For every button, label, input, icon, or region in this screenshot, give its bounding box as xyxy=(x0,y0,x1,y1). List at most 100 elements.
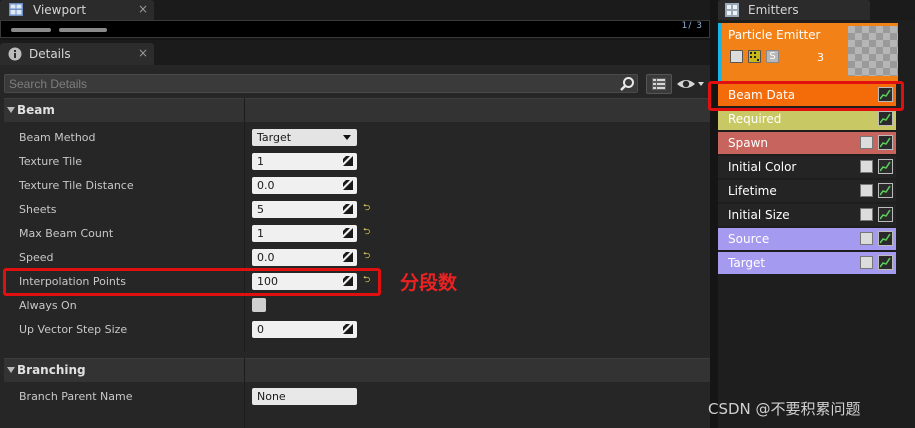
module-enable-checkbox[interactable] xyxy=(860,184,873,197)
tab-details[interactable]: Details × xyxy=(0,43,154,65)
curve-editor-icon[interactable] xyxy=(878,111,893,126)
tab-details-label: Details xyxy=(29,47,71,61)
section-branching-header[interactable]: Branching xyxy=(4,358,710,382)
module-enable-checkbox[interactable] xyxy=(860,208,873,221)
reset-to-default-icon[interactable]: ⮌ xyxy=(363,252,372,261)
property-label: Up Vector Step Size xyxy=(19,323,128,336)
search-box xyxy=(4,74,638,93)
module-spawn[interactable]: Spawn xyxy=(718,132,896,154)
spin-arrows-icon[interactable] xyxy=(343,180,353,190)
spin-arrows-icon[interactable] xyxy=(343,228,353,238)
render-mode-icon[interactable] xyxy=(748,50,761,63)
texture-tile-field[interactable]: 1 xyxy=(252,153,357,170)
max-beam-count-field[interactable]: 1 xyxy=(252,225,357,242)
reset-to-default-icon[interactable]: ⮌ xyxy=(363,204,372,213)
property-row: Speed 0.0 ⮌ xyxy=(4,246,710,270)
module-label: Lifetime xyxy=(728,184,777,198)
panel-splitter[interactable] xyxy=(710,0,718,428)
property-label: Speed xyxy=(19,251,54,264)
always-on-checkbox[interactable] xyxy=(252,298,266,312)
solo-toggle[interactable]: S xyxy=(766,50,779,63)
module-label: Initial Color xyxy=(728,160,797,174)
close-icon[interactable]: × xyxy=(136,46,150,60)
info-icon xyxy=(8,47,22,61)
module-target[interactable]: Target xyxy=(718,252,896,274)
module-initial-color[interactable]: Initial Color xyxy=(718,156,896,178)
eye-icon[interactable] xyxy=(676,76,706,92)
property-label: Branch Parent Name xyxy=(19,390,133,403)
section-beam-header[interactable]: Beam xyxy=(4,98,710,122)
chevron-down-icon xyxy=(343,135,351,140)
search-icon[interactable] xyxy=(619,76,635,92)
property-label: Texture Tile Distance xyxy=(19,179,134,192)
tab-emitters[interactable]: Emitters xyxy=(718,0,870,20)
viewport-toolbar-pill[interactable] xyxy=(59,28,107,32)
module-required[interactable]: Required xyxy=(718,108,896,130)
tab-emitters-label: Emitters xyxy=(748,3,799,17)
property-label: Max Beam Count xyxy=(19,227,114,240)
property-matrix-button[interactable] xyxy=(646,74,672,94)
emitter-header[interactable]: Particle Emitter S 3 xyxy=(718,23,898,81)
section-branching-title: Branching xyxy=(17,363,86,377)
property-label: Sheets xyxy=(19,203,57,216)
collapse-arrow-icon[interactable] xyxy=(7,367,15,373)
property-label: Always On xyxy=(19,299,77,312)
spin-arrows-icon[interactable] xyxy=(343,156,353,166)
spin-arrows-icon[interactable] xyxy=(343,324,353,334)
viewport-window-icon xyxy=(9,3,23,16)
property-row: Up Vector Step Size 0 xyxy=(4,318,710,342)
curve-editor-icon[interactable] xyxy=(878,135,893,150)
up-vector-step-size-field[interactable]: 0 xyxy=(252,321,357,338)
curve-editor-icon[interactable] xyxy=(878,159,893,174)
curve-editor-icon[interactable] xyxy=(878,231,893,246)
emitter-name: Particle Emitter xyxy=(728,28,821,42)
property-row: Texture Tile 1 xyxy=(4,150,710,174)
emitter-particle-count: 3 xyxy=(817,51,824,64)
property-row: Sheets 5 ⮌ xyxy=(4,198,710,222)
emitters-panel: Particle Emitter S 3 Beam Data Required Sp… xyxy=(708,20,915,428)
viewport-tab-bar: Viewport × xyxy=(0,0,710,20)
highlight-box xyxy=(3,268,381,296)
module-source[interactable]: Source xyxy=(718,228,896,250)
speed-field[interactable]: 0.0 xyxy=(252,249,357,266)
collapse-arrow-icon[interactable] xyxy=(7,107,15,113)
module-initial-size[interactable]: Initial Size xyxy=(718,204,896,226)
viewport-stats: 1/ 3 xyxy=(681,21,703,31)
close-icon[interactable]: × xyxy=(136,2,150,16)
emitter-tab-icon xyxy=(725,3,739,17)
module-lifetime[interactable]: Lifetime xyxy=(718,180,896,202)
beam-method-dropdown[interactable]: Target xyxy=(252,129,357,146)
tab-viewport[interactable]: Viewport × xyxy=(0,0,154,20)
curve-editor-icon[interactable] xyxy=(878,183,893,198)
reset-to-default-icon[interactable]: ⮌ xyxy=(363,228,372,237)
details-panel: Beam Beam Method Target Texture Tile 1 T… xyxy=(0,65,710,428)
spin-arrows-icon[interactable] xyxy=(343,204,353,214)
branch-parent-name-field[interactable]: None xyxy=(252,388,357,405)
property-label: Texture Tile xyxy=(19,155,83,168)
annotation-label: 分段数 xyxy=(400,272,458,294)
grid-icon xyxy=(652,78,666,90)
module-label: Required xyxy=(728,112,782,126)
field-value: 0.0 xyxy=(257,179,275,192)
property-label: Beam Method xyxy=(19,131,96,144)
property-row: Max Beam Count 1 ⮌ xyxy=(4,222,710,246)
search-input[interactable] xyxy=(9,75,609,92)
curve-editor-icon[interactable] xyxy=(878,207,893,222)
texture-tile-distance-field[interactable]: 0.0 xyxy=(252,177,357,194)
viewport-area[interactable]: 1/ 3 xyxy=(0,20,710,38)
dropdown-value: Target xyxy=(257,131,292,144)
spin-arrows-icon[interactable] xyxy=(343,252,353,262)
module-label: Spawn xyxy=(728,136,769,150)
module-enable-checkbox[interactable] xyxy=(860,256,873,269)
sheets-field[interactable]: 5 xyxy=(252,201,357,218)
module-enable-checkbox[interactable] xyxy=(860,136,873,149)
property-row: Texture Tile Distance 0.0 xyxy=(4,174,710,198)
property-row: Always On xyxy=(4,294,710,318)
module-enable-checkbox[interactable] xyxy=(860,232,873,245)
curve-editor-icon[interactable] xyxy=(878,255,893,270)
emitter-enable-checkbox[interactable] xyxy=(730,50,743,63)
viewport-toolbar-pill[interactable] xyxy=(11,28,51,32)
module-enable-checkbox[interactable] xyxy=(860,160,873,173)
field-value: 1 xyxy=(257,155,264,168)
field-value: 5 xyxy=(257,203,264,216)
